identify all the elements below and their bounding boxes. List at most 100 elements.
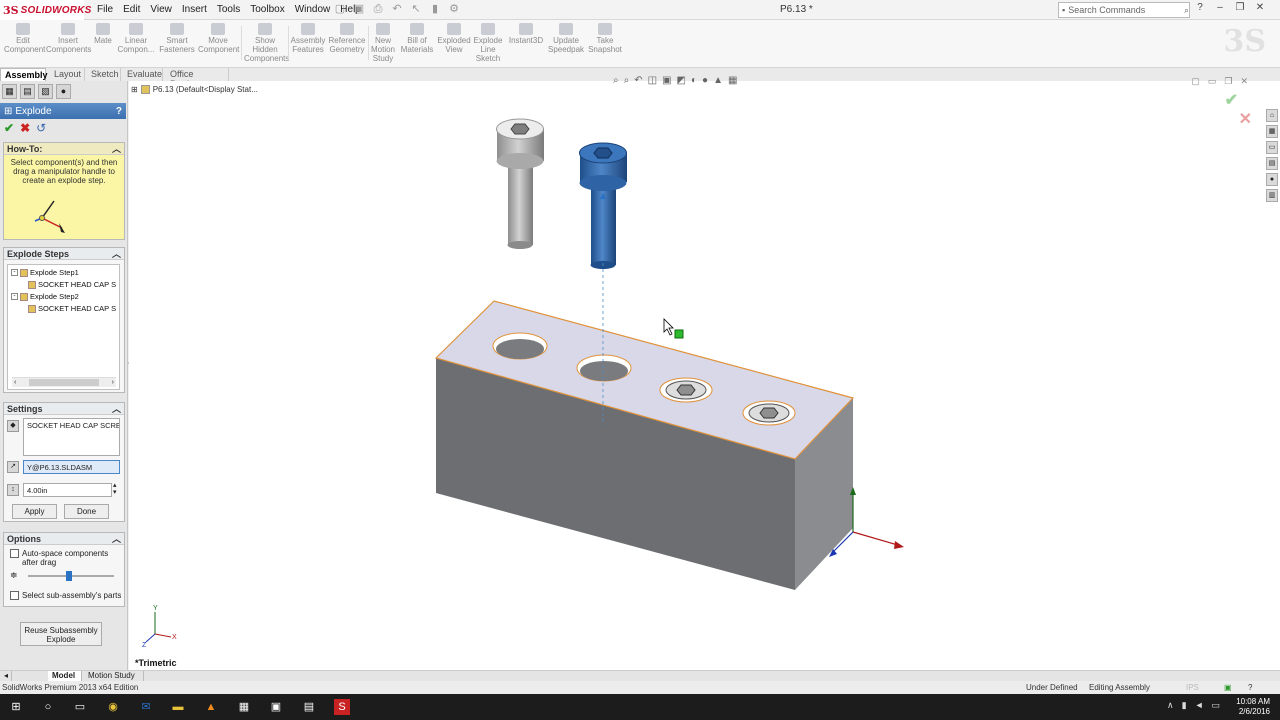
- notifications-icon[interactable]: ▭: [1211, 700, 1220, 711]
- tray-up-icon[interactable]: ∧: [1167, 700, 1174, 711]
- assembly-features-button[interactable]: Assembly Features: [290, 23, 326, 54]
- volume-icon[interactable]: ◄: [1195, 700, 1204, 711]
- instant3d-button[interactable]: Instant3D: [508, 23, 544, 45]
- tree-item-component[interactable]: SOCKET HEAD CAP S: [28, 304, 116, 313]
- tab-office-products[interactable]: Office Products: [166, 68, 229, 89]
- update-speedpak-button[interactable]: Update Speedpak: [547, 23, 585, 54]
- minimize-icon[interactable]: –: [1214, 2, 1226, 13]
- configuration-manager-tab-icon[interactable]: ▧: [38, 84, 53, 99]
- edit-component-button[interactable]: Edit Component: [4, 23, 45, 54]
- settings-header[interactable]: Settings ︿: [4, 403, 124, 415]
- feature-manager-tab-icon[interactable]: ▦: [2, 84, 17, 99]
- search-input[interactable]: Search Commands: [1068, 5, 1181, 15]
- spacing-slider[interactable]: [28, 571, 114, 581]
- display-manager-tab-icon[interactable]: ●: [56, 84, 71, 99]
- graphics-area[interactable]: ⊞ P6.13 (Default<Display Stat... ⌕ ⌕ ↶ ◫…: [129, 75, 1280, 670]
- search-icon[interactable]: ○: [40, 699, 56, 715]
- assembly-3d-view[interactable]: Y X Z: [129, 81, 1280, 670]
- explode-direction-field[interactable]: Y@P6.13.SLDASM: [23, 460, 120, 474]
- new-motion-study-button[interactable]: New Motion Study: [369, 23, 397, 63]
- save-icon[interactable]: ▣: [353, 3, 365, 16]
- explode-steps-header[interactable]: Explode Steps ︿: [4, 248, 124, 260]
- chrome-icon[interactable]: ◉: [105, 699, 121, 715]
- scroll-right-icon[interactable]: ›: [112, 379, 114, 386]
- collapse-icon[interactable]: ︿: [112, 142, 121, 155]
- restore-icon[interactable]: ❐: [1234, 2, 1246, 13]
- help-button[interactable]: ?: [116, 106, 122, 117]
- rebuild-icon[interactable]: ▮: [429, 3, 441, 16]
- tab-assembly[interactable]: Assembly: [0, 68, 48, 81]
- insert-components-button[interactable]: Insert Components: [46, 23, 91, 54]
- scroll-thumb[interactable]: [29, 379, 99, 386]
- clock[interactable]: 10:08 AM 2/6/2016: [1236, 697, 1270, 717]
- smart-fasteners-button[interactable]: Smart Fasteners: [158, 23, 196, 54]
- menu-file[interactable]: File: [92, 0, 118, 20]
- mate-button[interactable]: Mate: [92, 23, 114, 45]
- collapse-icon[interactable]: ︿: [112, 532, 121, 545]
- unit-system[interactable]: IPS: [1186, 683, 1199, 692]
- menu-tools[interactable]: Tools: [212, 0, 245, 20]
- select-icon[interactable]: ↖: [410, 3, 422, 16]
- task-view-icon[interactable]: ▭: [72, 699, 88, 715]
- scroll-left-icon[interactable]: ‹: [14, 379, 16, 386]
- collapse-icon[interactable]: ︿: [112, 402, 121, 415]
- outlook-icon[interactable]: ✉: [138, 699, 154, 715]
- store-icon[interactable]: ▣: [268, 699, 284, 715]
- property-manager-tab-icon[interactable]: ▤: [20, 84, 35, 99]
- close-icon[interactable]: ✕: [1254, 2, 1266, 13]
- rebuild-status-icon[interactable]: ▣: [1224, 683, 1232, 692]
- move-component-button[interactable]: Move Component: [198, 23, 239, 54]
- menu-toolbox[interactable]: Toolbox: [245, 0, 289, 20]
- vlc-icon[interactable]: ▲: [203, 699, 219, 715]
- done-button[interactable]: Done: [64, 504, 109, 519]
- tree-item-component[interactable]: SOCKET HEAD CAP S: [28, 280, 116, 289]
- explode-distance-input[interactable]: 4.00in: [23, 483, 112, 497]
- collapse-icon[interactable]: ︿: [112, 247, 121, 260]
- checkbox[interactable]: [10, 591, 19, 600]
- reuse-subassembly-explode-button[interactable]: Reuse Subassembly Explode: [20, 622, 102, 646]
- options-header[interactable]: Options ︿: [4, 533, 124, 545]
- calculator-app-icon[interactable]: ▦: [236, 699, 252, 715]
- status-help-icon[interactable]: ?: [1248, 683, 1252, 692]
- file-explorer-icon[interactable]: ▬: [170, 699, 186, 715]
- network-icon[interactable]: ▮: [1182, 700, 1187, 711]
- tab-sketch[interactable]: Sketch: [87, 68, 121, 81]
- slider-knob[interactable]: [66, 571, 72, 581]
- menu-insert[interactable]: Insert: [177, 0, 212, 20]
- solidworks-taskbar-icon[interactable]: S: [334, 699, 350, 715]
- cancel-button[interactable]: ✖: [20, 121, 30, 137]
- calculator-icon[interactable]: ▤: [301, 699, 317, 715]
- tab-layout[interactable]: Layout: [50, 68, 85, 81]
- take-snapshot-button[interactable]: Take Snapshot: [588, 23, 622, 54]
- linear-component-pattern-button[interactable]: Linear Compon...: [116, 23, 156, 54]
- exploded-view-button[interactable]: Exploded View: [436, 23, 472, 54]
- new-document-icon[interactable]: ▢: [334, 3, 346, 16]
- bill-of-materials-button[interactable]: Bill of Materials: [400, 23, 434, 54]
- collapse-toggle-icon[interactable]: -: [11, 293, 18, 300]
- component-selection-field[interactable]: SOCKET HEAD CAP SCREW-1: [23, 418, 120, 456]
- explode-line-sketch-button[interactable]: Explode Line Sketch: [472, 23, 504, 63]
- search-commands-box[interactable]: ▪ Search Commands ⌕: [1058, 2, 1190, 18]
- distance-stepper[interactable]: ▴ ▾: [113, 482, 117, 496]
- help-icon[interactable]: ?: [1194, 2, 1206, 13]
- select-subassembly-parts-checkbox[interactable]: Select sub-assembly's parts: [10, 591, 121, 600]
- solidworks-logo[interactable]: 3S SOLIDWORKS: [0, 0, 91, 20]
- options-icon[interactable]: ⚙: [448, 3, 460, 16]
- windows-start-icon[interactable]: ⊞: [8, 699, 24, 715]
- undo-button[interactable]: ↺: [36, 121, 46, 137]
- reference-geometry-button[interactable]: Reference Geometry: [328, 23, 366, 54]
- tree-item-explode-step1[interactable]: - Explode Step1: [11, 268, 79, 277]
- menu-view[interactable]: View: [145, 0, 177, 20]
- auto-space-checkbox[interactable]: Auto-space components after drag: [10, 549, 124, 567]
- drag-handle-icon[interactable]: [674, 329, 684, 339]
- tree-item-explode-step2[interactable]: - Explode Step2: [11, 292, 79, 301]
- apply-button[interactable]: Apply: [12, 504, 57, 519]
- howto-header[interactable]: How-To: ︿: [4, 143, 124, 155]
- collapse-toggle-icon[interactable]: -: [11, 269, 18, 276]
- horizontal-scrollbar[interactable]: ‹ ›: [12, 377, 116, 387]
- socket-head-cap-screw-1[interactable]: [496, 118, 545, 249]
- print-icon[interactable]: ⎙: [372, 3, 384, 16]
- ok-button[interactable]: ✔: [4, 121, 14, 137]
- tab-evaluate[interactable]: Evaluate: [123, 68, 163, 81]
- show-hidden-components-button[interactable]: Show Hidden Components: [244, 23, 289, 63]
